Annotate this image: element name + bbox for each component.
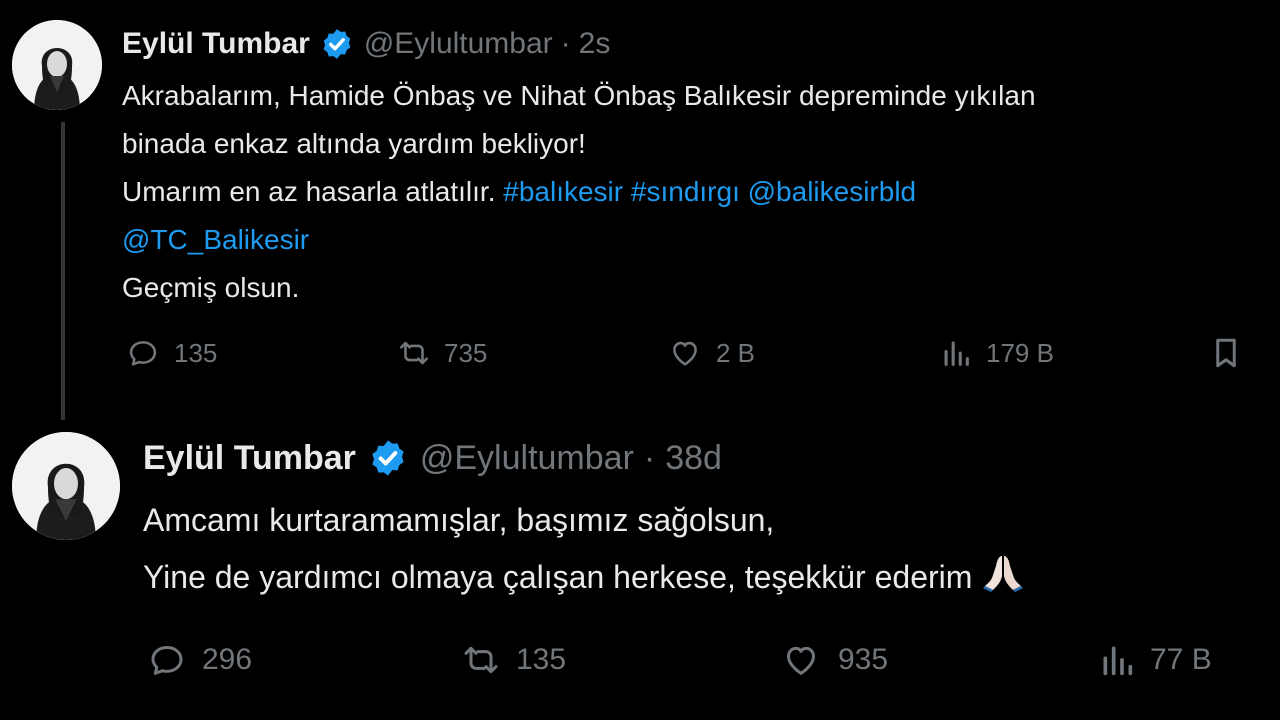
views-button[interactable]: 179 B (938, 336, 1054, 370)
folded-hands-icon (981, 548, 1025, 609)
timestamp[interactable]: 38d (665, 439, 722, 478)
thread-line (61, 122, 65, 420)
text-line-4: @TC_Balikesir (122, 216, 1036, 264)
reply-icon (124, 336, 162, 370)
text-line-2-text: Yine de yardımcı olmaya çalışan herkese,… (143, 559, 973, 595)
verified-badge-icon (320, 27, 354, 61)
like-button[interactable]: 2 B (666, 336, 755, 370)
tweet-header: Eylül Tumbar @Eylultumbar · 38d (143, 438, 722, 478)
views-chart-icon (1096, 640, 1138, 680)
text-line-3-prefix: Umarım en az hasarla atlatılır. (122, 176, 496, 207)
like-count: 935 (838, 643, 889, 676)
author-name[interactable]: Eylül Tumbar (122, 27, 310, 61)
author-name[interactable]: Eylül Tumbar (143, 439, 356, 478)
repost-count: 735 (444, 337, 488, 368)
repost-count: 135 (516, 643, 567, 676)
repost-icon (458, 640, 504, 680)
like-button[interactable]: 935 (778, 640, 888, 680)
author-handle[interactable]: @Eylultumbar (364, 27, 553, 61)
timestamp[interactable]: 2s (579, 27, 611, 61)
repost-icon (394, 336, 434, 370)
text-line-3: Umarım en az hasarla atlatılır. #balıkes… (122, 168, 1036, 216)
views-count: 77 B (1150, 643, 1212, 676)
text-line-2: Yine de yardımcı olmaya çalışan herkese,… (143, 548, 1025, 609)
tweet-text: Amcamı kurtaramamışlar, başımız sağolsun… (143, 492, 1025, 609)
author-handle[interactable]: @Eylultumbar (420, 439, 634, 478)
verified-badge-icon (368, 438, 408, 478)
tweet-text: Akrabalarım, Hamide Önbaş ve Nihat Önbaş… (122, 72, 1036, 312)
hashtag-link[interactable]: #balıkesir (503, 176, 623, 207)
reply-count: 296 (202, 643, 253, 676)
like-count: 2 B (716, 337, 756, 368)
separator-dot: · (560, 27, 571, 60)
repost-button[interactable]: 135 (458, 640, 566, 680)
avatar[interactable] (12, 20, 102, 110)
tweet-1[interactable]: Eylül Tumbar @Eylultumbar · 2s Akrabalar… (0, 0, 1280, 420)
mention-link[interactable]: @balikesirbld (748, 176, 917, 207)
bookmark-button[interactable] (1208, 335, 1244, 371)
reply-button[interactable]: 135 (124, 336, 217, 370)
views-chart-icon (938, 336, 974, 370)
hashtag-link[interactable]: #sındırgı (631, 176, 740, 207)
views-button[interactable]: 77 B (1096, 640, 1212, 680)
bookmark-icon (1208, 335, 1244, 371)
reply-button[interactable]: 296 (146, 640, 252, 680)
text-line-2: binada enkaz altında yardım bekliyor! (122, 128, 586, 159)
views-count: 179 B (986, 337, 1054, 368)
mention-link[interactable]: @TC_Balikesir (122, 224, 309, 255)
tweet-header: Eylül Tumbar @Eylultumbar · 2s (122, 27, 610, 61)
text-line-1: Akrabalarım, Hamide Önbaş ve Nihat Önbaş… (122, 80, 1036, 111)
separator-dot: · (643, 438, 656, 477)
reply-icon (146, 640, 188, 680)
text-line-5: Geçmiş olsun. (122, 272, 300, 303)
heart-icon (778, 640, 824, 680)
reply-count: 135 (174, 337, 218, 368)
repost-button[interactable]: 735 (394, 336, 487, 370)
text-line-1: Amcamı kurtaramamışlar, başımız sağolsun… (143, 502, 775, 538)
avatar[interactable] (12, 432, 120, 540)
heart-icon (666, 336, 704, 370)
tweet-2[interactable]: Eylül Tumbar @Eylultumbar · 38d Amcamı k… (0, 420, 1280, 720)
